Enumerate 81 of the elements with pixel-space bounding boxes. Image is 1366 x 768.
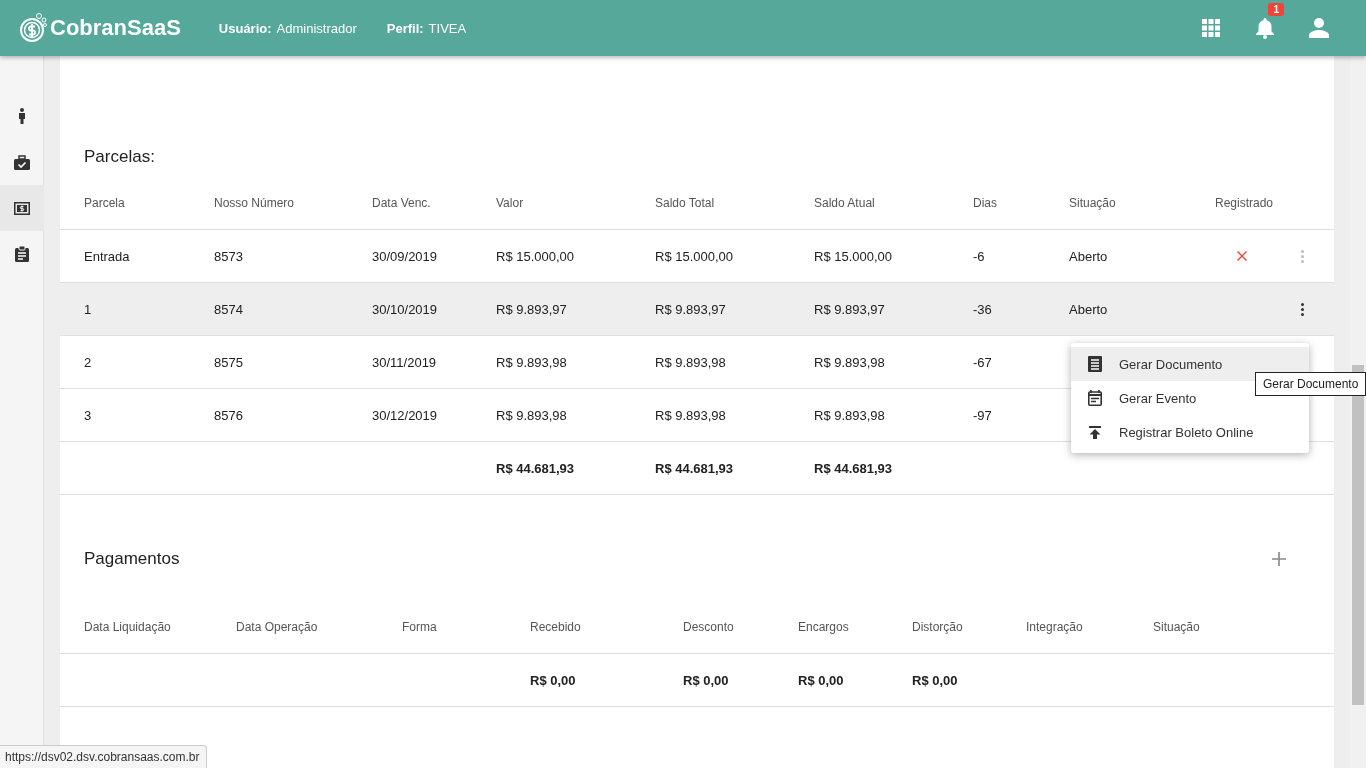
table-cell-text: R$ 9.893,98 [496, 407, 568, 423]
table-cell-text: R$ 15.000,00 [496, 248, 576, 264]
profile-name: TIVEA [428, 20, 467, 36]
table-cell-text: R$ 9.893,98 [496, 354, 568, 370]
table-cell-text: R$ 15.000,00 [814, 248, 894, 264]
column-header: Distorção [912, 620, 964, 634]
column-header: Saldo Atual [814, 196, 876, 210]
table-cell-text: 30/10/2019 [372, 301, 439, 317]
table-cell-text: R$ 9.893,97 [814, 301, 886, 317]
column-header: Recebido [530, 620, 582, 634]
column-header: Integração [1026, 620, 1084, 634]
profile-label: Perfil: [386, 20, 424, 36]
column-header: Data Operação [236, 620, 319, 634]
total-cell-text: R$ 0,00 [683, 672, 730, 688]
table-cell-text: R$ 9.893,98 [814, 407, 886, 423]
user-name: Administrador [276, 20, 357, 36]
calendar-icon [1088, 390, 1102, 406]
column-header: Valor [496, 196, 525, 210]
account-button[interactable] [1308, 17, 1330, 39]
table-cell-text: 30/09/2019 [372, 248, 439, 264]
column-header: Nosso Número [214, 196, 296, 210]
table-cell-text: -67 [973, 354, 993, 370]
table-cell-text: 8573 [214, 248, 244, 264]
user-icon [1309, 18, 1329, 38]
total-cell-text: R$ 44.681,93 [814, 460, 894, 476]
column-header: Desconto [683, 620, 735, 634]
total-cell-text: R$ 0,00 [530, 672, 577, 688]
table-cell-text: 3 [84, 407, 93, 423]
column-header: Saldo Total [655, 196, 716, 210]
total-cell-text: R$ 0,00 [912, 672, 959, 688]
table-cell-text: 30/11/2019 [372, 354, 438, 370]
column-header: Forma [402, 620, 438, 634]
table-cell-text: R$ 15.000,00 [655, 248, 735, 264]
column-header: Data Venc. [372, 196, 432, 210]
column-header: Registrado [1215, 196, 1275, 210]
document-icon [1088, 356, 1102, 372]
total-cell-text: R$ 44.681,93 [655, 460, 735, 476]
bell-icon [1255, 17, 1275, 39]
table-cell-text: -97 [973, 407, 993, 423]
table-cell-text: 30/12/2019 [372, 407, 439, 423]
section-title: Pagamentos [84, 549, 180, 569]
table-cell-text: 8575 [214, 354, 244, 370]
banknote-icon [14, 201, 30, 215]
briefcase-check-icon [14, 154, 30, 170]
column-header: Parcela [84, 196, 126, 210]
table-cell-text: Aberto [1069, 301, 1109, 317]
notification-badge: 1 [1268, 3, 1284, 16]
person-icon [18, 108, 26, 124]
add-button[interactable] [1272, 552, 1286, 566]
total-cell-text: R$ 44.681,93 [496, 460, 576, 476]
table-cell-text: 8576 [214, 407, 244, 423]
table-cell-text: 8574 [214, 301, 244, 317]
table-cell-text: 1 [84, 301, 93, 317]
apps-button[interactable] [1200, 17, 1222, 39]
column-header: Dias [973, 196, 998, 210]
table-cell-text: 2 [84, 354, 93, 370]
sidebar-item[interactable] [0, 185, 44, 231]
table-cell-text: Entrada [84, 248, 131, 264]
table-cell-text: R$ 9.893,97 [496, 301, 568, 317]
logo-icon [20, 13, 48, 43]
status-url: https://dsv02.dsv.cobransaas.com.br [0, 745, 207, 768]
table-cell-text: Aberto [1069, 248, 1109, 264]
logo-text: CobranSaaS [50, 15, 181, 41]
table-cell-text: -36 [973, 301, 993, 317]
table-row[interactable]: 1 8574 30/10/2019 R$ 9.893,97 R$ 9.893,97 R$ 9.893,97 -36 Aberto [60, 283, 1334, 336]
total-cell-text: R$ 0,00 [798, 672, 845, 688]
upload-icon [1089, 425, 1101, 439]
section-title: Parcelas: [84, 147, 155, 167]
column-header: Data Liquidação [84, 620, 172, 634]
column-header: Encargos [798, 620, 850, 634]
clipboard-icon [15, 246, 29, 262]
table-cell-text: R$ 9.893,98 [655, 407, 727, 423]
user-label: Usuário: [218, 20, 272, 36]
table-cell-text: R$ 9.893,97 [655, 301, 727, 317]
table-cell-text: -6 [973, 248, 986, 264]
table-cell-text: R$ 9.893,98 [814, 354, 886, 370]
tooltip: Gerar Documento [1255, 372, 1366, 396]
column-header: Situação [1069, 196, 1117, 210]
grid-icon [1202, 19, 1220, 37]
table-cell-text: R$ 9.893,98 [655, 354, 727, 370]
column-header: Situação [1153, 620, 1201, 634]
